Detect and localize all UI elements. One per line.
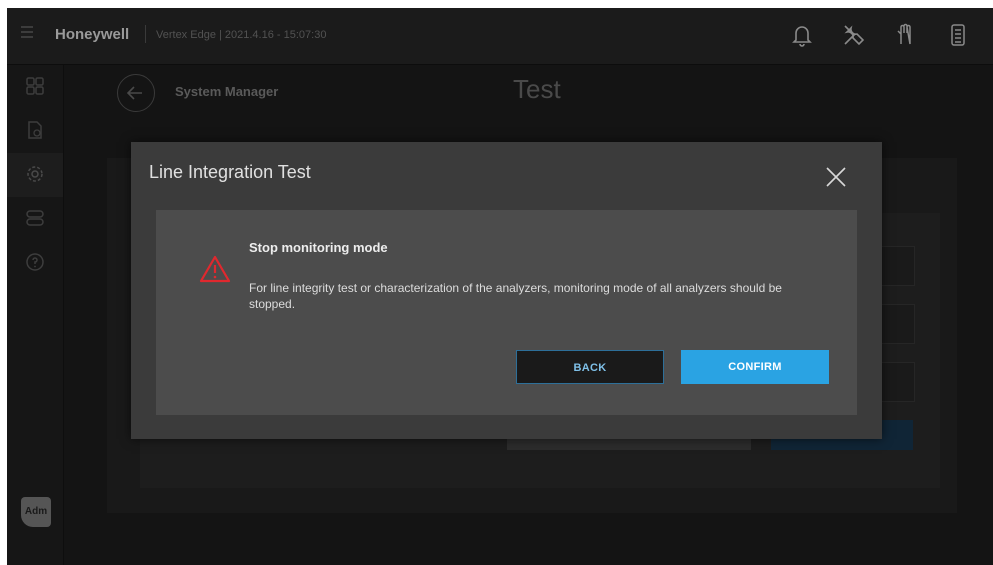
system-info-text: Vertex Edge | 2021.4.16 - 15:07:30 <box>156 29 327 41</box>
bell-icon[interactable] <box>789 22 815 48</box>
back-arrow-button[interactable] <box>117 74 155 112</box>
document-icon <box>28 121 42 139</box>
top-bar: Honeywell Vertex Edge | 2021.4.16 - 15:0… <box>7 8 993 65</box>
message-title: Stop monitoring mode <box>249 240 388 255</box>
background-field <box>877 304 915 344</box>
brand-logo: Honeywell <box>55 26 130 43</box>
sidebar-item-dashboard[interactable] <box>7 65 63 109</box>
dashboard-icon <box>26 77 44 95</box>
list-settings-icon[interactable] <box>945 22 971 48</box>
user-avatar[interactable]: Adm <box>21 497 51 527</box>
app-screen: Honeywell Vertex Edge | 2021.4.16 - 15:0… <box>7 8 993 565</box>
sidebar-item-toggles[interactable] <box>7 197 63 241</box>
tools-icon[interactable] <box>841 22 867 48</box>
settings-icon <box>27 166 43 182</box>
close-icon[interactable] <box>821 162 851 192</box>
toggles-icon <box>26 210 44 226</box>
sidebar-item-settings[interactable] <box>7 153 63 197</box>
menu-icon[interactable] <box>21 26 33 40</box>
back-button[interactable]: BACK <box>516 350 664 384</box>
confirm-button[interactable]: CONFIRM <box>681 350 829 384</box>
background-field <box>877 362 915 402</box>
sidebar-item-help[interactable] <box>7 241 63 285</box>
arrow-left-icon <box>126 86 142 100</box>
warning-icon <box>199 255 231 283</box>
sidebar-item-documents[interactable] <box>7 109 63 153</box>
dialog-title: Line Integration Test <box>149 162 311 182</box>
line-integration-dialog: Line Integration Test Stop monitoring mo… <box>131 142 882 439</box>
page-title: Test <box>513 74 561 104</box>
hand-icon[interactable] <box>893 22 919 48</box>
breadcrumb: System Manager <box>175 84 279 99</box>
background-field <box>877 246 915 286</box>
message-text: For line integrity test or characterizat… <box>249 281 782 311</box>
dialog-message-panel: Stop monitoring mode For line integrity … <box>156 210 857 415</box>
brand-divider <box>145 25 146 43</box>
sidebar: Adm <box>7 65 64 565</box>
help-icon <box>26 253 44 271</box>
